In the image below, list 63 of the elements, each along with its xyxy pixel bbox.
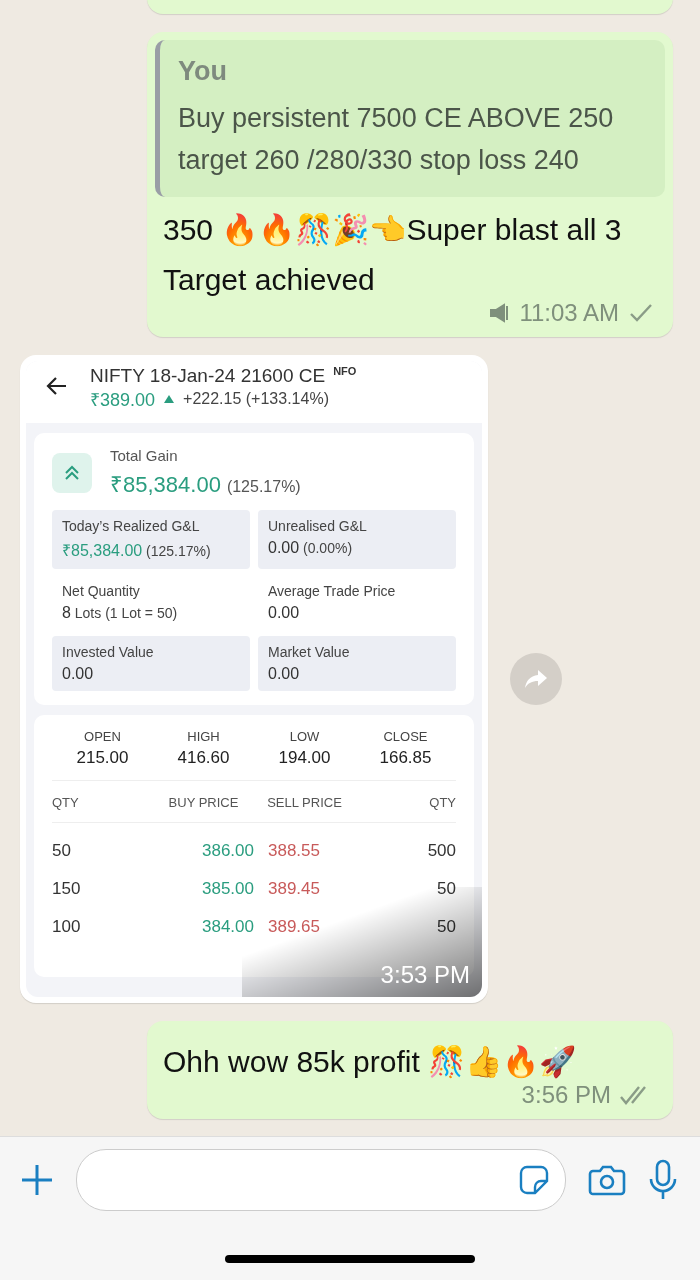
depth-cell-text: 50 xyxy=(52,841,72,861)
gain-label: Total Gain xyxy=(110,447,179,464)
depth-cell-text: 150 xyxy=(52,879,82,899)
gain-percent: (125.17%) xyxy=(226,478,301,495)
depth-header: QTY xyxy=(355,795,456,823)
depth-cell-text: 100 xyxy=(52,917,82,937)
ohlc-value: 194.00 xyxy=(278,748,331,768)
ohlc-value: 416.60 xyxy=(177,748,230,768)
message-text: 350 🔥🔥🎊🎉👈Super blast all 3 Target achieved xyxy=(162,212,623,298)
sticker-icon[interactable] xyxy=(519,1165,549,1195)
stat-label: Today’s Realized G&L xyxy=(62,518,201,534)
double-chevron-icon xyxy=(52,452,92,493)
stat-label: Invested Value xyxy=(62,644,155,660)
instrument-title: NIFTY 18-Jan-24 21600 CE xyxy=(90,365,326,387)
depth-header: QTY xyxy=(52,795,153,823)
depth-header: BUY PRICE xyxy=(153,795,254,823)
stat-extra: Lots (1 Lot = 50) xyxy=(73,605,178,621)
quoted-message[interactable]: You Buy persistent 7500 CE ABOVE 250 target 260 /280/330 stop loss 240 xyxy=(155,40,665,197)
back-arrow-icon xyxy=(46,376,68,396)
exchange-label: NFO xyxy=(333,365,357,377)
camera-icon[interactable] xyxy=(588,1164,626,1196)
stat-label: Average Trade Price xyxy=(268,583,397,599)
depth-cell-text: 385.00 xyxy=(201,879,254,899)
message-text: Ohh wow 85k profit 🎊👍🔥🚀 xyxy=(162,1044,578,1081)
message-time: 3:56 PM xyxy=(521,1081,611,1109)
ohlc-label: HIGH xyxy=(187,729,220,744)
depth-cell-text: 388.55 xyxy=(267,841,321,861)
ohlc-label: OPEN xyxy=(84,729,121,744)
price: ₹389.00 xyxy=(90,389,156,411)
stat-label: Net Quantity xyxy=(62,583,141,599)
price-change: +222.15 (+133.14%) xyxy=(183,390,329,408)
message-time: 11:03 AM xyxy=(519,299,619,327)
stat-value: 0.00 xyxy=(268,539,300,556)
stat-value: 8 xyxy=(62,604,71,621)
depth-cell-text: 384.00 xyxy=(201,917,254,937)
stat-value: ₹85,384.00 xyxy=(62,542,143,559)
stat-value: 0.00 xyxy=(268,665,300,682)
gain-value: ₹85,384.00 xyxy=(110,472,221,497)
depth-cell-text: 389.65 xyxy=(267,917,321,937)
image-time: 3:53 PM xyxy=(380,961,470,989)
depth-cell-text: 500 xyxy=(426,841,456,861)
ohlc-label: CLOSE xyxy=(383,729,428,744)
depth-cell-text: 389.45 xyxy=(267,879,321,899)
up-triangle-icon xyxy=(163,394,176,404)
stat-label: Unrealised G&L xyxy=(268,518,368,534)
depth-cell-text: 386.00 xyxy=(201,841,254,861)
forward-arrow-icon xyxy=(524,669,548,689)
depth-header: SELL PRICE xyxy=(254,795,355,823)
stat-value: 0.00 xyxy=(268,604,300,621)
stat-extra: (125.17%) xyxy=(145,543,211,559)
image-message[interactable] xyxy=(20,355,488,1003)
depth-cell-text: 50 xyxy=(436,917,456,937)
ohlc-label: LOW xyxy=(289,729,320,744)
ohlc-value: 166.85 xyxy=(379,748,432,768)
stat-label: Market Value xyxy=(268,644,351,660)
microphone-icon[interactable] xyxy=(648,1159,678,1201)
quote-author: You xyxy=(178,56,228,87)
plus-icon[interactable] xyxy=(20,1163,54,1197)
depth-cell-text: 50 xyxy=(436,879,456,899)
ohlc-value: 215.00 xyxy=(76,748,129,768)
stat-extra: (0.00%) xyxy=(302,540,353,556)
stat-value: 0.00 xyxy=(62,665,94,682)
quote-text: Buy persistent 7500 CE ABOVE 250 target 260 /280/330 stop loss 240 xyxy=(178,102,615,177)
